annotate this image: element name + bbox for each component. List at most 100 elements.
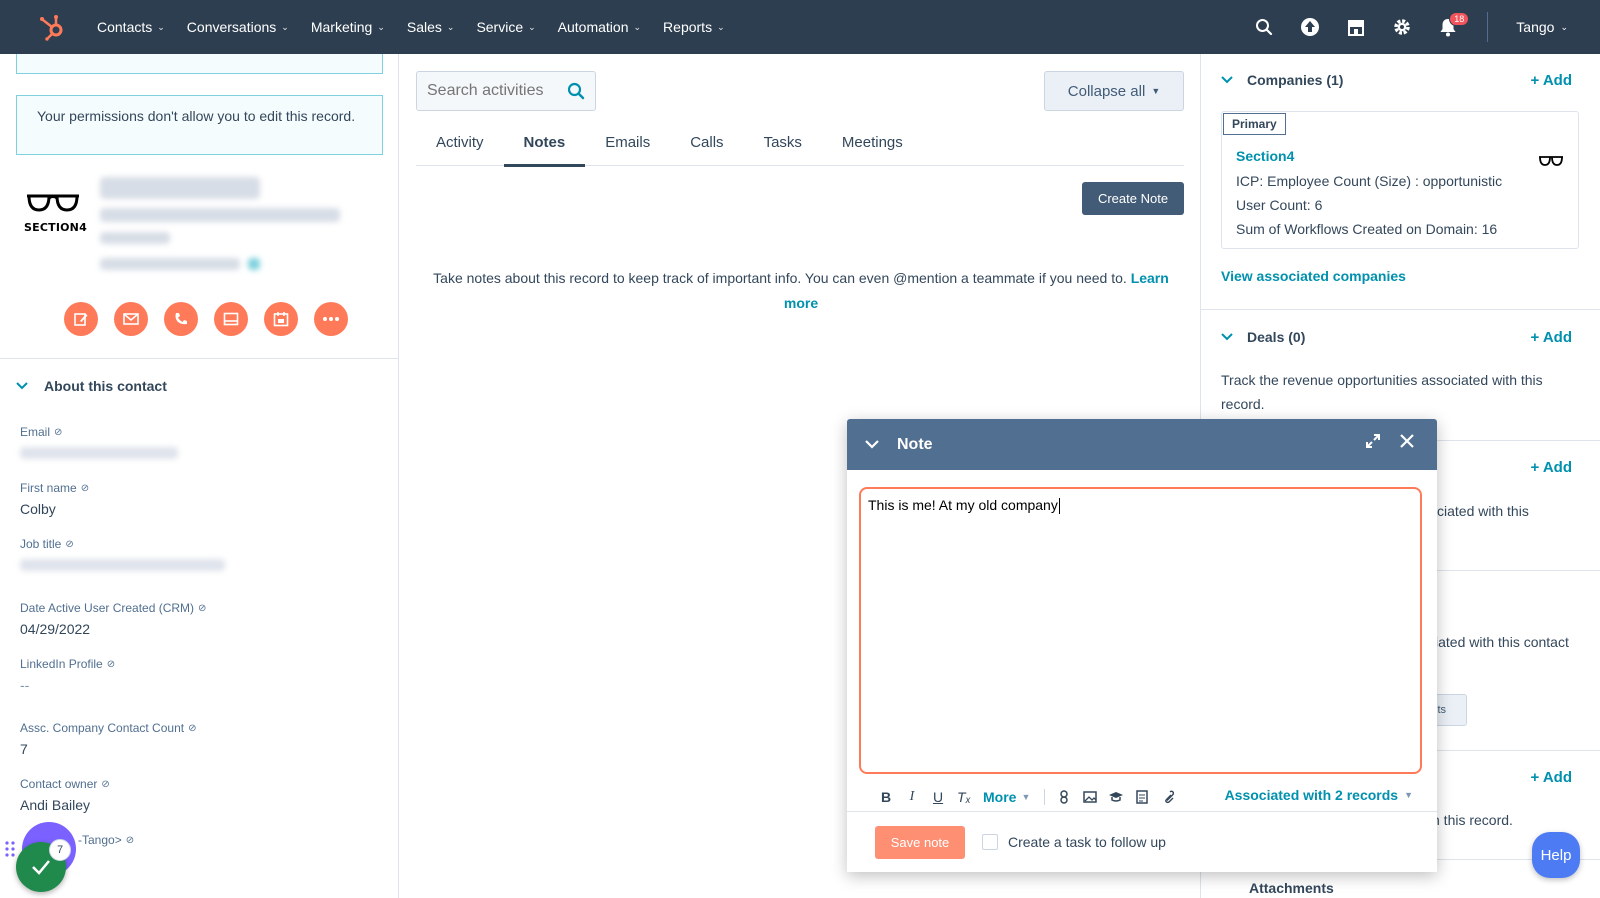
- checkmark-icon: [32, 860, 50, 875]
- marketplace-icon[interactable]: [1333, 0, 1379, 54]
- property-email[interactable]: Email ⊘: [20, 425, 178, 459]
- nav-item-service[interactable]: Service ⌄: [465, 19, 546, 35]
- account-menu[interactable]: Tango ⌄: [1516, 19, 1568, 35]
- underline-icon[interactable]: U: [925, 784, 951, 810]
- view-associated-companies-link[interactable]: View associated companies: [1221, 264, 1406, 288]
- nav-item-reports[interactable]: Reports ⌄: [652, 19, 736, 35]
- nav-item-marketing[interactable]: Marketing ⌄: [300, 19, 396, 35]
- company-name-link[interactable]: Section4: [1236, 148, 1294, 164]
- add-ticket-link[interactable]: + Add: [1530, 459, 1572, 476]
- companies-card-toggle[interactable]: Companies (1): [1221, 72, 1343, 88]
- edit-note-icon: [74, 313, 88, 326]
- hidden-property-icon: ⊘: [125, 834, 135, 846]
- tab-activity[interactable]: Activity: [416, 118, 504, 166]
- property-job-title[interactable]: Job title ⊘: [20, 537, 225, 571]
- chevron-down-icon: [1221, 76, 1233, 84]
- section-divider: [1201, 309, 1600, 310]
- upgrade-icon[interactable]: [1287, 0, 1333, 54]
- note-modal-controls: [1365, 433, 1415, 449]
- note-modal-title: Note: [897, 435, 933, 453]
- tickets-description-fragment: ciated with this: [1437, 503, 1529, 519]
- property-contact-owner[interactable]: Contact owner ⊘ Andi Bailey: [20, 777, 110, 813]
- screen-icon: [223, 312, 239, 326]
- settings-gear-icon[interactable]: [1379, 0, 1425, 54]
- deals-description: Track the revenue opportunities associat…: [1221, 372, 1543, 412]
- bold-icon[interactable]: B: [873, 784, 899, 810]
- note-modal-header: Note: [847, 419, 1437, 470]
- primary-tag: Primary: [1223, 113, 1286, 135]
- note-text-editor[interactable]: This is me! At my old company: [859, 487, 1422, 774]
- save-note-button[interactable]: Save note: [875, 825, 965, 859]
- contact-email-blurred: [100, 208, 340, 222]
- drag-handle-icon[interactable]: [4, 840, 16, 858]
- deals-card-toggle[interactable]: Deals (0): [1221, 329, 1305, 345]
- property-first-name[interactable]: First name ⊘ Colby: [20, 481, 89, 517]
- chevron-down-icon[interactable]: [865, 440, 879, 449]
- add-company-link[interactable]: + Add: [1530, 72, 1572, 89]
- property-date-active-user-created[interactable]: Date Active User Created (CRM) ⊘ 04/29/20…: [20, 601, 206, 637]
- more-formatting-dropdown[interactable]: More ▼: [983, 789, 1030, 805]
- tab-emails[interactable]: Emails: [585, 118, 670, 166]
- more-actions-button[interactable]: [314, 302, 348, 336]
- chevron-down-icon: ⌄: [717, 21, 725, 32]
- nav-item-automation[interactable]: Automation ⌄: [547, 19, 652, 35]
- hubspot-logo-icon[interactable]: [38, 13, 66, 41]
- company-logo-glasses-icon: [1539, 156, 1563, 166]
- document-icon[interactable]: [1129, 784, 1155, 810]
- property-linkedin-profile[interactable]: LinkedIn Profile ⊘ --: [20, 657, 115, 693]
- clear-format-icon[interactable]: Tₓ: [951, 784, 977, 810]
- italic-icon[interactable]: I: [899, 784, 925, 810]
- call-action-button[interactable]: [164, 302, 198, 336]
- chevron-down-icon: [16, 382, 28, 390]
- chevron-down-icon: [1221, 333, 1233, 341]
- caret-down-icon: ▼: [1021, 792, 1031, 802]
- nav-item-contacts[interactable]: Contacts ⌄: [86, 19, 176, 35]
- tab-notes[interactable]: Notes: [503, 118, 586, 167]
- tab-tasks[interactable]: Tasks: [744, 118, 822, 166]
- tab-meetings[interactable]: Meetings: [822, 118, 923, 166]
- link-icon[interactable]: [1051, 784, 1077, 810]
- chevron-down-icon: ⌄: [633, 21, 642, 32]
- note-action-button[interactable]: [64, 302, 98, 336]
- add-deal-link[interactable]: + Add: [1530, 329, 1572, 346]
- property-tango[interactable]: -Tango>⊘ or: [58, 833, 135, 869]
- attachments-header-fragment[interactable]: Attachments: [1249, 876, 1334, 898]
- email-action-button[interactable]: [114, 302, 148, 336]
- search-activities-input[interactable]: [427, 82, 557, 100]
- create-note-button[interactable]: Create Note: [1082, 182, 1184, 215]
- meeting-action-button[interactable]: [264, 302, 298, 336]
- log-activity-button[interactable]: [214, 302, 248, 336]
- collapse-all-button[interactable]: Collapse all ▼: [1044, 71, 1184, 111]
- follow-up-checkbox[interactable]: [982, 834, 998, 850]
- image-icon[interactable]: [1077, 784, 1103, 810]
- notifications-bell-icon[interactable]: 18: [1425, 0, 1471, 54]
- close-icon[interactable]: [1399, 433, 1415, 449]
- hidden-property-icon: ⊘: [198, 602, 207, 614]
- tab-calls[interactable]: Calls: [670, 118, 743, 166]
- help-button[interactable]: Help: [1532, 832, 1580, 878]
- contact-detail-blurred: [100, 258, 240, 270]
- record-description-fragment: ith this record.: [1425, 812, 1513, 828]
- toolbar-divider: [1044, 789, 1046, 805]
- chevron-down-icon: ⌄: [281, 21, 289, 32]
- search-icon[interactable]: [1241, 0, 1287, 54]
- note-editor-modal: Note This is me! At my old company B I U…: [847, 419, 1437, 872]
- about-contact-toggle[interactable]: About this contact: [16, 378, 167, 394]
- note-text: This is me! At my old company: [868, 497, 1058, 513]
- note-formatting-toolbar: B I U Tₓ More ▼ Associated with 2 record…: [873, 784, 1413, 810]
- nav-item-conversations[interactable]: Conversations ⌄: [176, 19, 300, 35]
- note-modal-footer: Save note Create a task to follow up: [847, 811, 1437, 872]
- search-icon[interactable]: [567, 82, 585, 100]
- nav-item-sales[interactable]: Sales ⌄: [396, 19, 466, 35]
- attachment-paperclip-icon[interactable]: [1155, 784, 1181, 810]
- knowledge-base-icon[interactable]: [1103, 784, 1129, 810]
- follow-up-task-option[interactable]: Create a task to follow up: [982, 834, 1166, 850]
- search-activities: [416, 71, 596, 111]
- property-company-contact-count[interactable]: Assc. Company Contact Count ⊘ 7: [20, 721, 196, 757]
- section-divider: [0, 358, 398, 359]
- glasses-icon: [27, 194, 79, 212]
- hidden-property-icon: ⊘: [80, 482, 90, 494]
- add-record-link[interactable]: + Add: [1530, 769, 1572, 786]
- associated-records-dropdown[interactable]: Associated with 2 records ▼: [1225, 787, 1413, 803]
- expand-icon[interactable]: [1365, 433, 1381, 449]
